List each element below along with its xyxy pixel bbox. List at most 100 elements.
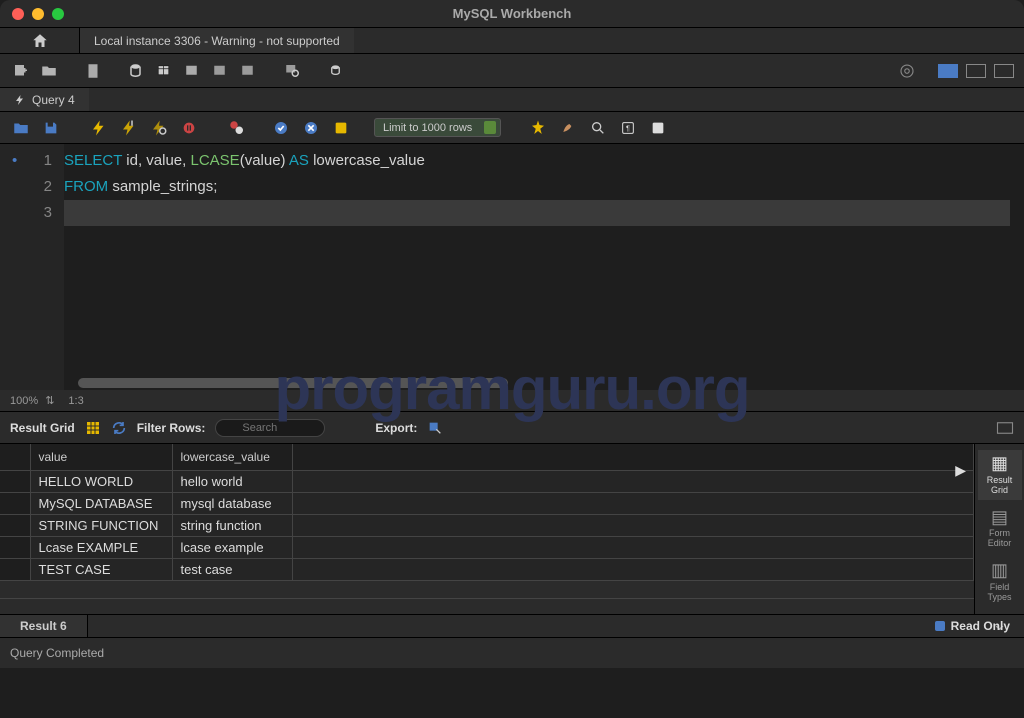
save-file-button[interactable]	[40, 117, 62, 139]
cell-lowercase-value[interactable]: hello world	[172, 471, 292, 493]
cell-lowercase-value[interactable]: test case	[172, 559, 292, 581]
column-header[interactable]	[0, 444, 30, 471]
cell-value[interactable]: STRING FUNCTION	[30, 515, 172, 537]
create-table-button[interactable]	[154, 60, 176, 82]
result-side-tabs: ▦ Result Grid ▤ Form Editor ▥ Field Type…	[974, 444, 1024, 614]
create-schema-button[interactable]	[126, 60, 148, 82]
readonly-indicator: Read Only	[935, 619, 1024, 633]
stop-button[interactable]	[178, 117, 200, 139]
table-row[interactable]: HELLO WORLDhello world	[0, 471, 974, 493]
open-file-button[interactable]	[10, 117, 32, 139]
form-icon: ▤	[991, 508, 1008, 528]
beautify-button[interactable]	[527, 117, 549, 139]
reconnect-button[interactable]	[326, 60, 348, 82]
wrap-button[interactable]: ¶	[617, 117, 639, 139]
editor-toolbar: Limit to 1000 rows ¶	[0, 112, 1024, 144]
row-handle[interactable]	[0, 515, 30, 537]
query-tab-label: Query 4	[32, 93, 75, 107]
table-row[interactable]: Lcase EXAMPLElcase example	[0, 537, 974, 559]
connection-tab[interactable]: Local instance 3306 - Warning - not supp…	[80, 28, 354, 53]
minimize-window-button[interactable]	[32, 8, 44, 20]
expand-arrow-icon[interactable]: ▶	[955, 462, 966, 479]
invisible-chars-button[interactable]	[587, 117, 609, 139]
side-tab-result-grid[interactable]: ▦ Result Grid	[978, 450, 1022, 500]
sql-editor[interactable]: 1 2 3 SELECT id, value, LCASE(value) AS …	[0, 144, 1024, 390]
open-sql-button[interactable]	[38, 60, 60, 82]
zoom-level[interactable]: 100% ⇅	[10, 394, 54, 407]
execute-current-button[interactable]	[118, 117, 140, 139]
query-tab[interactable]: Query 4	[0, 88, 89, 111]
result-grid-icon[interactable]	[85, 420, 101, 436]
create-view-button[interactable]	[182, 60, 204, 82]
row-handle[interactable]	[0, 493, 30, 515]
column-header[interactable]	[292, 444, 974, 471]
result-grid[interactable]: value lowercase_value HELLO WORLDhello w…	[0, 444, 974, 614]
snippets-button[interactable]	[647, 117, 669, 139]
table-row[interactable]: TEST CASEtest case	[0, 559, 974, 581]
column-header[interactable]: value	[30, 444, 172, 471]
code-area[interactable]: SELECT id, value, LCASE(value) AS lowerc…	[64, 144, 1024, 390]
side-tab-form-editor[interactable]: ▤ Form Editor	[978, 504, 1022, 554]
close-window-button[interactable]	[12, 8, 24, 20]
refresh-icon[interactable]	[111, 420, 127, 436]
cell-empty[interactable]	[292, 471, 974, 493]
execute-button[interactable]	[88, 117, 110, 139]
horizontal-scrollbar[interactable]	[78, 378, 508, 388]
zoom-stepper-icon[interactable]: ⇅	[42, 394, 54, 407]
cell-lowercase-value[interactable]: string function	[172, 515, 292, 537]
lightning-icon	[14, 94, 26, 106]
cell-empty[interactable]	[292, 493, 974, 515]
cell-lowercase-value[interactable]: lcase example	[172, 537, 292, 559]
create-procedure-button[interactable]	[210, 60, 232, 82]
new-sql-tab-button[interactable]	[10, 60, 32, 82]
code-line-1: SELECT id, value, LCASE(value) AS lowerc…	[64, 148, 1024, 174]
cell-empty[interactable]	[292, 537, 974, 559]
grid-icon: ▦	[991, 454, 1008, 474]
result-area: value lowercase_value HELLO WORLDhello w…	[0, 444, 1024, 614]
maximize-window-button[interactable]	[52, 8, 64, 20]
limit-rows-select[interactable]: Limit to 1000 rows	[374, 118, 501, 137]
cell-empty[interactable]	[292, 515, 974, 537]
create-function-button[interactable]	[238, 60, 260, 82]
editor-statusbar: 100% ⇅ 1:3	[0, 390, 1024, 412]
settings-button[interactable]	[896, 60, 918, 82]
toggle-limit-button[interactable]	[330, 117, 352, 139]
line-number: 3	[0, 200, 52, 226]
toggle-output-button[interactable]	[994, 64, 1014, 78]
cell-empty[interactable]	[292, 559, 974, 581]
window-title: MySQL Workbench	[453, 6, 572, 21]
row-handle[interactable]	[0, 559, 30, 581]
cell-value[interactable]: TEST CASE	[30, 559, 172, 581]
table-row[interactable]: MySQL DATABASEmysql database	[0, 493, 974, 515]
inspector-button[interactable]	[82, 60, 104, 82]
cell-lowercase-value[interactable]: mysql database	[172, 493, 292, 515]
result-tab[interactable]: Result 6	[0, 615, 88, 637]
cell-value[interactable]: HELLO WORLD	[30, 471, 172, 493]
rollback-button[interactable]	[300, 117, 322, 139]
table-row[interactable]: STRING FUNCTIONstring function	[0, 515, 974, 537]
toggle-sidebar-button[interactable]	[938, 64, 958, 78]
row-handle[interactable]	[0, 471, 30, 493]
commit-button[interactable]	[270, 117, 292, 139]
home-tab[interactable]	[0, 28, 80, 53]
filter-rows-input[interactable]	[215, 419, 325, 437]
wrap-cell-button[interactable]	[996, 421, 1014, 435]
result-footer: Result 6 Read Only	[0, 614, 1024, 638]
search-table-button[interactable]	[282, 60, 304, 82]
column-header[interactable]: lowercase_value	[172, 444, 292, 471]
cell-value[interactable]: Lcase EXAMPLE	[30, 537, 172, 559]
svg-text:¶: ¶	[626, 123, 630, 132]
find-button[interactable]	[557, 117, 579, 139]
side-tab-field-types[interactable]: ▥ Field Types	[978, 557, 1022, 607]
titlebar: MySQL Workbench	[0, 0, 1024, 28]
side-tab-label: Form Editor	[988, 529, 1012, 549]
cell-value[interactable]: MySQL DATABASE	[30, 493, 172, 515]
row-handle[interactable]	[0, 537, 30, 559]
explain-button[interactable]	[148, 117, 170, 139]
result-toolbar: Result Grid Filter Rows: ⌕ Export:	[0, 412, 1024, 444]
field-types-icon: ▥	[991, 561, 1008, 581]
toggle-autocommit-button[interactable]	[226, 117, 248, 139]
line-gutter: 1 2 3	[0, 144, 64, 390]
export-button[interactable]	[427, 420, 443, 436]
toggle-secondary-button[interactable]	[966, 64, 986, 78]
